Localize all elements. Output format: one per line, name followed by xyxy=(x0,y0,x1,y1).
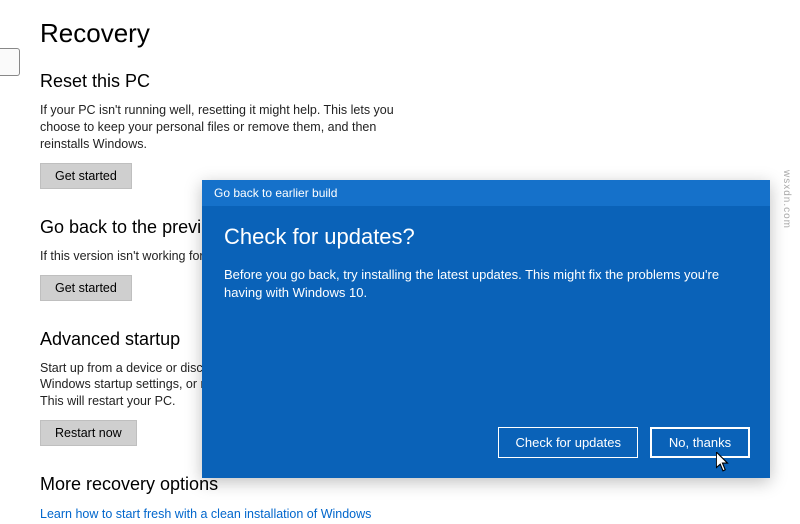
dialog-title: Check for updates? xyxy=(224,224,748,250)
reset-section: Reset this PC If your PC isn't running w… xyxy=(40,71,760,189)
side-tab-stub[interactable] xyxy=(0,48,20,76)
reset-desc: If your PC isn't running well, resetting… xyxy=(40,102,400,153)
no-thanks-button[interactable]: No, thanks xyxy=(650,427,750,458)
advanced-restart-button[interactable]: Restart now xyxy=(40,420,137,446)
go-back-get-started-button[interactable]: Get started xyxy=(40,275,132,301)
more-recovery-section: More recovery options Learn how to start… xyxy=(40,474,760,523)
dialog-header: Go back to earlier build xyxy=(202,180,770,206)
reset-get-started-button[interactable]: Get started xyxy=(40,163,132,189)
reset-title: Reset this PC xyxy=(40,71,760,92)
dialog-body: Check for updates? Before you go back, t… xyxy=(202,206,770,427)
page-title: Recovery xyxy=(40,18,760,49)
go-back-dialog: Go back to earlier build Check for updat… xyxy=(202,180,770,478)
check-for-updates-button[interactable]: Check for updates xyxy=(498,427,638,458)
dialog-footer: Check for updates No, thanks xyxy=(202,427,770,478)
dialog-text: Before you go back, try installing the l… xyxy=(224,266,724,302)
more-recovery-link[interactable]: Learn how to start fresh with a clean in… xyxy=(40,507,371,521)
watermark-text: wsxdn.com xyxy=(781,170,792,229)
